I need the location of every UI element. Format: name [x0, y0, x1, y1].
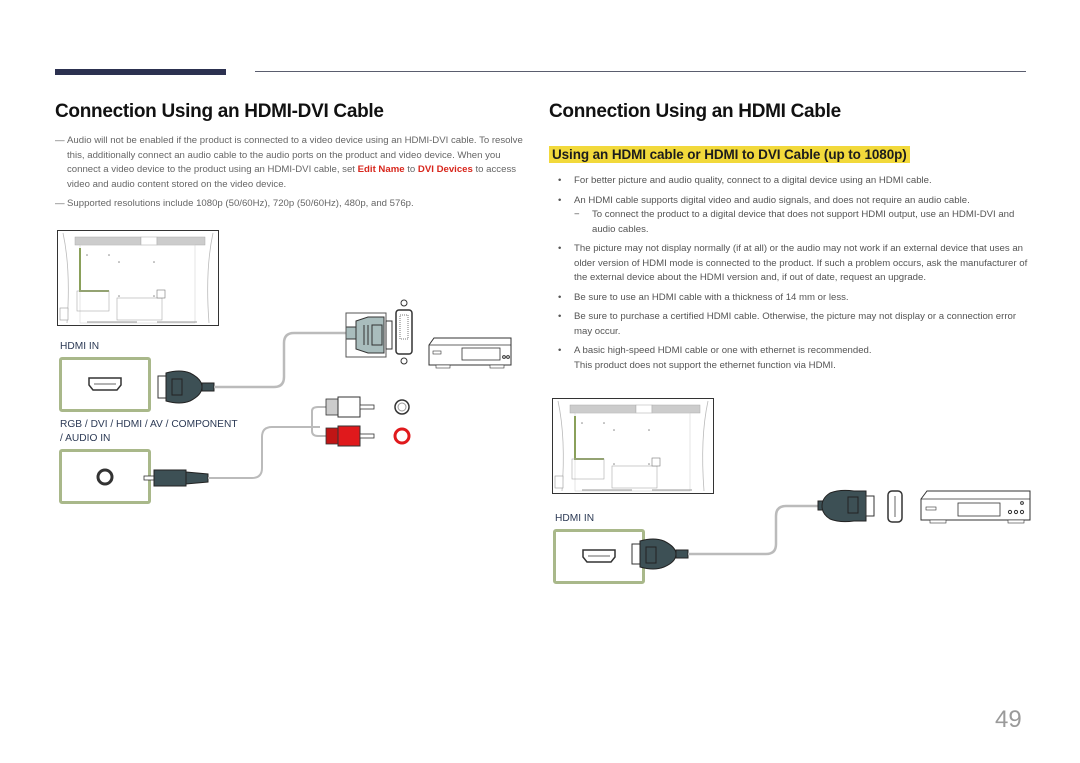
subsection-heading-highlighted: Using an HDMI cable or HDMI to DVI Cable… [549, 146, 910, 163]
audio-mini-plug-icon [143, 469, 209, 487]
bullet-icon: • [558, 243, 562, 254]
hdmi-port-icon [582, 549, 616, 563]
note-audio-hdmi-dvi: — Audio will not be enabled if the produ… [55, 134, 525, 192]
dvi-devices-term: DVI Devices [417, 164, 473, 175]
edit-name-term: Edit Name [357, 164, 405, 175]
list-item: • An HDMI cable supports digital video a… [549, 194, 1029, 238]
bullet-icon: • [558, 311, 562, 322]
note-text: Supported resolutions include 1080p (50/… [67, 198, 414, 209]
bullet-icon: • [558, 175, 562, 186]
header-accent-bar [55, 69, 226, 75]
video-device-player-icon [428, 337, 512, 369]
rca-red-plug-icon [325, 425, 411, 447]
sub-list-item: − To connect the product to a digital de… [574, 209, 1015, 235]
bullet-icon: • [558, 291, 562, 303]
hdmi-plug-icon [631, 538, 689, 570]
list-item: • A basic high-speed HDMI cable or one w… [558, 345, 872, 371]
monitor-rear-illustration [552, 398, 714, 494]
hdmi-dvi-audio-cables [143, 299, 413, 487]
list-item: • The picture may not display normally (… [558, 243, 1028, 283]
list-item: • Be sure to purchase a certified HDMI c… [558, 311, 1017, 337]
header-rule [255, 71, 1026, 72]
hdmi-guidelines-list: • For better picture and audio quality, … [549, 174, 1029, 378]
page-number: 49 [995, 706, 1022, 733]
dash-icon: − [574, 209, 580, 220]
list-item: • For better picture and audio quality, … [549, 174, 1029, 189]
hdmi-socket-icon [887, 490, 903, 523]
left-section-title: Connection Using an HDMI-DVI Cable [55, 101, 384, 122]
hdmi-plug-device-side-icon [817, 489, 875, 523]
note-dash-icon: — [55, 198, 65, 209]
hdmi-port-icon [88, 377, 122, 391]
bullet-icon: • [558, 345, 562, 356]
dvi-plug-icon [345, 312, 393, 358]
rca-white-plug-icon [325, 396, 410, 418]
dvi-socket-icon [395, 299, 413, 365]
video-device-player-icon [920, 490, 1031, 524]
right-section-title: Connection Using an HDMI Cable [549, 101, 841, 122]
hdmi-in-label: HDMI IN [555, 513, 595, 524]
note-supported-resolutions: — Supported resolutions include 1080p (5… [55, 197, 525, 212]
bullet-icon: • [558, 194, 562, 206]
hdmi-in-label: HDMI IN [60, 341, 100, 352]
hdmi-plug-icon [157, 370, 215, 404]
note-dash-icon: — [55, 135, 65, 146]
audio-jack-icon [96, 468, 114, 486]
note-text: Audio will not be enabled if the product… [67, 135, 523, 190]
list-item: • Be sure to use an HDMI cable with a th… [549, 291, 1029, 306]
